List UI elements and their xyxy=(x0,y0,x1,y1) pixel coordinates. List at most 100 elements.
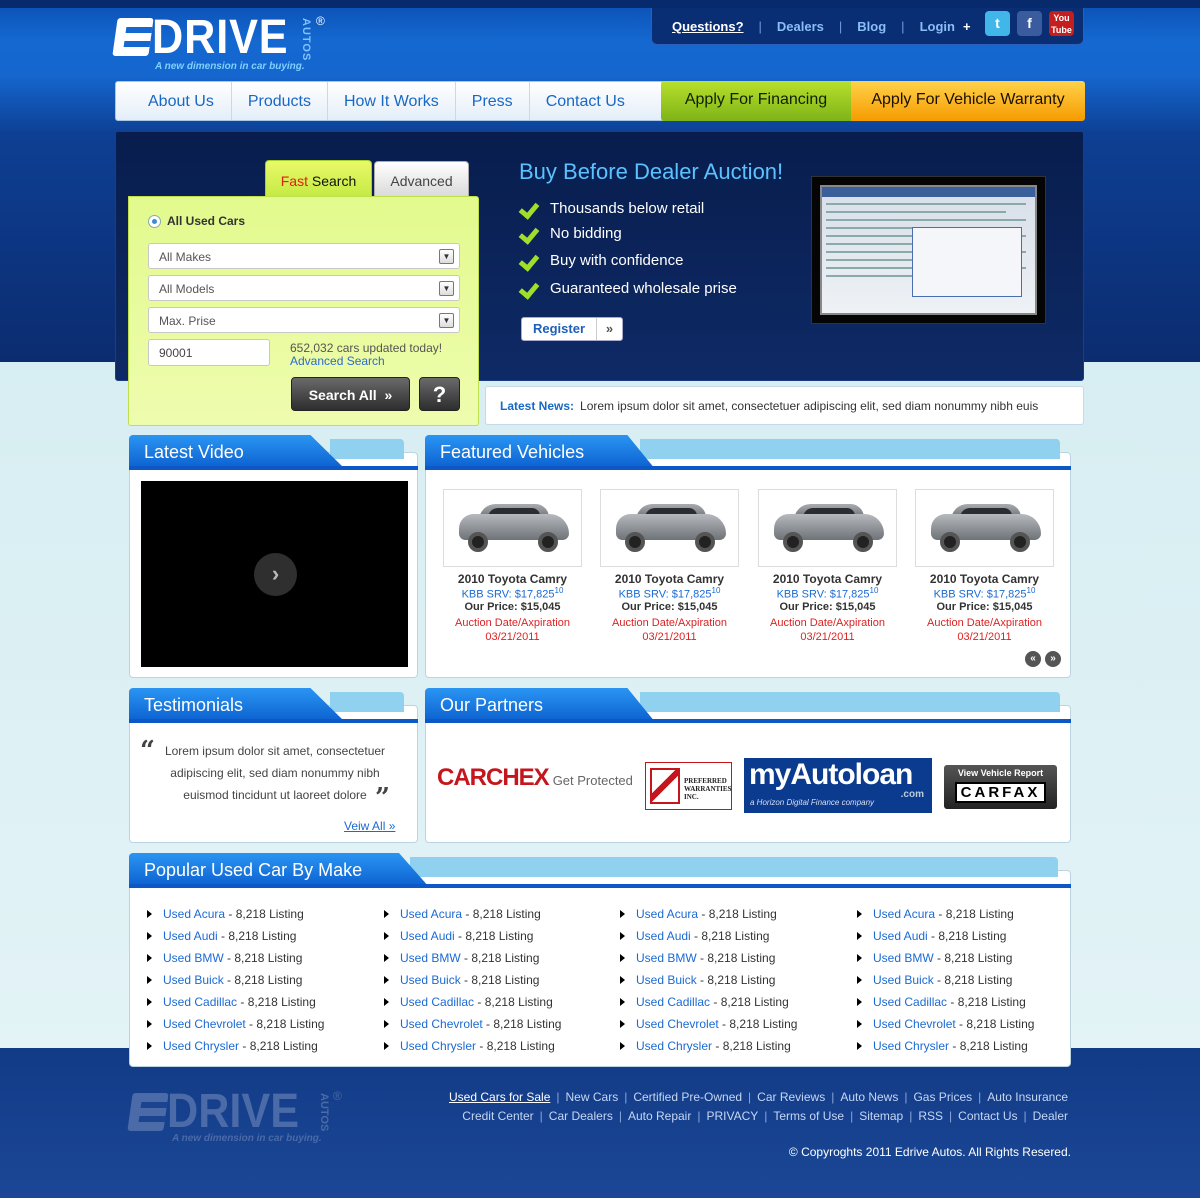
nav-about-us[interactable]: About Us xyxy=(116,82,232,120)
make-link[interactable]: Used Chrysler xyxy=(873,1039,949,1053)
make-link[interactable]: Used Buick xyxy=(636,973,697,987)
make-link[interactable]: Used Chevrolet xyxy=(636,1017,719,1031)
divider: | xyxy=(618,1109,622,1123)
latest-news-text[interactable]: Lorem ipsum dolor sit amet, consectetuer… xyxy=(580,399,1038,413)
nav-contact-us[interactable]: Contact Us xyxy=(530,82,641,120)
make-link[interactable]: Used Audi xyxy=(636,929,691,943)
footer-link[interactable]: Car Reviews xyxy=(757,1090,825,1104)
feature-text: Thousands below retail xyxy=(550,199,705,217)
dealers-link[interactable]: Dealers xyxy=(777,19,824,34)
make-link[interactable]: Used Cadillac xyxy=(636,995,710,1009)
make-link[interactable]: Used Acura xyxy=(873,907,935,921)
footer-link[interactable]: RSS xyxy=(918,1109,943,1123)
make-link[interactable]: Used Chrysler xyxy=(163,1039,239,1053)
advanced-search-link[interactable]: Advanced Search xyxy=(290,354,385,368)
make-listing-count: - 8,218 Listing xyxy=(225,907,304,921)
apply-financing-button[interactable]: Apply For Financing xyxy=(661,81,851,121)
footer-link[interactable]: Auto News xyxy=(840,1090,898,1104)
prev-arrow-icon[interactable]: « xyxy=(1025,651,1041,667)
footer-link[interactable]: Contact Us xyxy=(958,1109,1017,1123)
footer-link[interactable]: Car Dealers xyxy=(549,1109,613,1123)
make-link[interactable]: Used Buick xyxy=(163,973,224,987)
make-item: Used Cadillac - 8,218 Listing xyxy=(384,995,553,1009)
make-link[interactable]: Used Buick xyxy=(400,973,461,987)
footer-link[interactable]: Auto Repair xyxy=(628,1109,691,1123)
car-kbb: KBB SRV: $17,82510 xyxy=(776,586,879,601)
apply-warranty-button[interactable]: Apply For Vehicle Warranty xyxy=(851,81,1085,121)
make-item: Used Acura - 8,218 Listing xyxy=(620,907,777,921)
make-link[interactable]: Used BMW xyxy=(400,951,461,965)
models-select[interactable]: All Models ▼ xyxy=(148,275,460,301)
car-auction-date: 03/21/2011 xyxy=(642,630,697,643)
make-link[interactable]: Used Acura xyxy=(636,907,698,921)
nav-how-it-works[interactable]: How It Works xyxy=(328,82,456,120)
footer-link[interactable]: Credit Center xyxy=(462,1109,533,1123)
preferred-warranties-logo[interactable]: PREFERRED WARRANTIES INC. xyxy=(645,762,732,810)
make-listing-count: - 8,218 Listing xyxy=(710,995,789,1009)
makes-select[interactable]: All Makes ▼ xyxy=(148,243,460,269)
zip-input[interactable]: 90001 xyxy=(148,339,270,366)
make-link[interactable]: Used Chevrolet xyxy=(873,1017,956,1031)
make-link[interactable]: Used Cadillac xyxy=(163,995,237,1009)
make-link[interactable]: Used Acura xyxy=(163,907,225,921)
all-used-cars-radio[interactable] xyxy=(148,215,161,228)
carchex-logo[interactable]: CARCHEX Get Protected xyxy=(437,764,633,792)
make-item: Used Audi - 8,218 Listing xyxy=(619,929,770,943)
panel-tab-tail xyxy=(410,857,1058,877)
tab-advanced[interactable]: Advanced xyxy=(374,161,469,197)
checkmark-icon xyxy=(650,768,680,804)
make-link[interactable]: Used Cadillac xyxy=(400,995,474,1009)
youtube-icon[interactable]: You Tube xyxy=(1049,11,1074,36)
footer-link[interactable]: Gas Prices xyxy=(913,1090,972,1104)
carfax-logo[interactable]: View Vehicle Report CARFAX xyxy=(944,765,1057,809)
footer-link[interactable]: New Cars xyxy=(566,1090,619,1104)
make-link[interactable]: Used Chevrolet xyxy=(400,1017,483,1031)
make-link[interactable]: Used BMW xyxy=(636,951,697,965)
login-link[interactable]: Login xyxy=(920,19,955,34)
chevron-down-icon: ▼ xyxy=(439,249,454,264)
make-link[interactable]: Used Buick xyxy=(873,973,934,987)
vehicle-card[interactable]: 2010 Toyota Camry KBB SRV: $17,82510 Our… xyxy=(915,489,1054,644)
make-link[interactable]: Used Chrysler xyxy=(400,1039,476,1053)
view-all-link[interactable]: Veiw All » xyxy=(344,819,395,833)
nav-press[interactable]: Press xyxy=(456,82,530,120)
footer-link[interactable]: Terms of Use xyxy=(773,1109,844,1123)
check-icon xyxy=(520,279,540,297)
make-link[interactable]: Used Chrysler xyxy=(636,1039,712,1053)
help-button[interactable]: ? xyxy=(419,377,460,411)
footer-link[interactable]: Sitemap xyxy=(859,1109,903,1123)
make-link[interactable]: Used Acura xyxy=(400,907,462,921)
nav-products[interactable]: Products xyxy=(232,82,328,120)
vehicle-card[interactable]: 2010 Toyota Camry KBB SRV: $17,82510 Our… xyxy=(600,489,739,644)
tab-fast-search[interactable]: Fast Search xyxy=(265,160,372,198)
make-listing-count: - 8,218 Listing xyxy=(690,929,770,943)
price-select[interactable]: Max. Prise ▼ xyxy=(148,307,460,333)
make-link[interactable]: Used Cadillac xyxy=(873,995,947,1009)
footer-link[interactable]: PRIVACY xyxy=(706,1109,758,1123)
make-item: Used Buick - 8,218 Listing xyxy=(856,973,1012,987)
panel-underline xyxy=(425,466,1071,470)
facebook-icon[interactable]: f xyxy=(1017,11,1042,36)
twitter-icon[interactable]: t xyxy=(985,11,1010,36)
make-link[interactable]: Used Audi xyxy=(400,929,455,943)
register-button[interactable]: Register » xyxy=(521,317,623,341)
footer-link[interactable]: Used Cars for Sale xyxy=(449,1090,550,1104)
make-link[interactable]: Used Audi xyxy=(163,929,218,943)
vehicle-card[interactable]: 2010 Toyota Camry KBB SRV: $17,82510 Our… xyxy=(758,489,897,644)
search-all-button[interactable]: Search All » xyxy=(291,377,410,411)
make-link[interactable]: Used Audi xyxy=(873,929,928,943)
partners-title: Our Partners xyxy=(425,688,655,722)
footer-link[interactable]: Dealer xyxy=(1033,1109,1068,1123)
make-link[interactable]: Used BMW xyxy=(873,951,934,965)
make-listing-count: - 8,218 Listing xyxy=(454,929,534,943)
next-arrow-icon[interactable]: » xyxy=(1045,651,1061,667)
blog-link[interactable]: Blog xyxy=(857,19,886,34)
footer-link[interactable]: Auto Insurance xyxy=(987,1090,1068,1104)
vehicle-card[interactable]: 2010 Toyota Camry KBB SRV: $17,82510 Our… xyxy=(443,489,582,644)
make-link[interactable]: Used BMW xyxy=(163,951,224,965)
play-icon[interactable]: › xyxy=(254,553,297,596)
make-link[interactable]: Used Chevrolet xyxy=(163,1017,246,1031)
myautoloan-logo[interactable]: myAutoloan .com a Horizon Digital Finance … xyxy=(744,758,932,813)
questions-link[interactable]: Questions? xyxy=(672,19,744,34)
footer-link[interactable]: Certified Pre-Owned xyxy=(633,1090,742,1104)
